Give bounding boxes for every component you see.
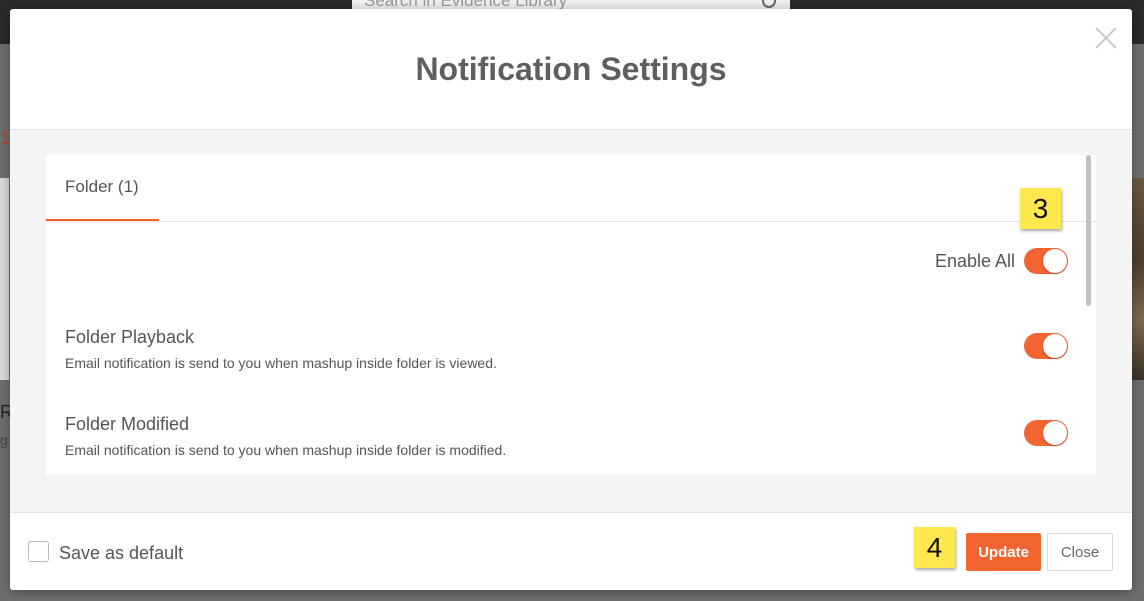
- save-as-default-label[interactable]: Save as default: [59, 543, 183, 564]
- update-button[interactable]: Update: [966, 533, 1041, 571]
- toggle-knob: [1043, 334, 1067, 358]
- tab-bar: Folder (1): [46, 155, 1096, 222]
- search-icon: [762, 0, 776, 8]
- background-text-fragment: g: [0, 432, 8, 448]
- enable-all-toggle[interactable]: [1024, 248, 1068, 274]
- settings-panel: Folder (1) Enable All Folder Playback Em…: [46, 155, 1096, 475]
- setting-title-folder-playback: Folder Playback: [65, 327, 195, 347]
- folder-modified-toggle[interactable]: [1024, 420, 1068, 446]
- folder-playback-toggle[interactable]: [1024, 333, 1068, 359]
- setting-title-folder-modified: Folder Modified: [65, 414, 190, 434]
- modal-title: Notification Settings: [415, 51, 727, 87]
- close-icon[interactable]: [1094, 26, 1118, 50]
- modal-header: Notification Settings: [10, 9, 1132, 130]
- enable-all-label: Enable All: [935, 251, 1016, 271]
- background-card: [0, 178, 9, 380]
- tab-folder[interactable]: Folder (1): [46, 155, 159, 221]
- save-as-default-checkbox[interactable]: [28, 541, 49, 562]
- notification-settings-modal: Notification Settings Folder (1) Enable …: [10, 9, 1132, 590]
- callout-badge: 4: [914, 527, 955, 568]
- modal-footer: Save as default Update Close: [10, 512, 1132, 590]
- toggle-knob: [1043, 249, 1067, 273]
- setting-description-folder-playback: Email notification is send to you when m…: [65, 355, 497, 371]
- toggle-knob: [1043, 421, 1067, 445]
- modal-body: Folder (1) Enable All Folder Playback Em…: [10, 130, 1132, 512]
- callout-badge: 3: [1020, 188, 1061, 229]
- background-thumbnail: [1132, 178, 1144, 380]
- close-button[interactable]: Close: [1047, 533, 1113, 571]
- panel-scrollbar[interactable]: [1086, 155, 1092, 475]
- background-text-fragment: 1: [0, 128, 11, 148]
- setting-description-folder-modified: Email notification is send to you when m…: [65, 442, 507, 458]
- scrollbar-thumb[interactable]: [1086, 155, 1091, 306]
